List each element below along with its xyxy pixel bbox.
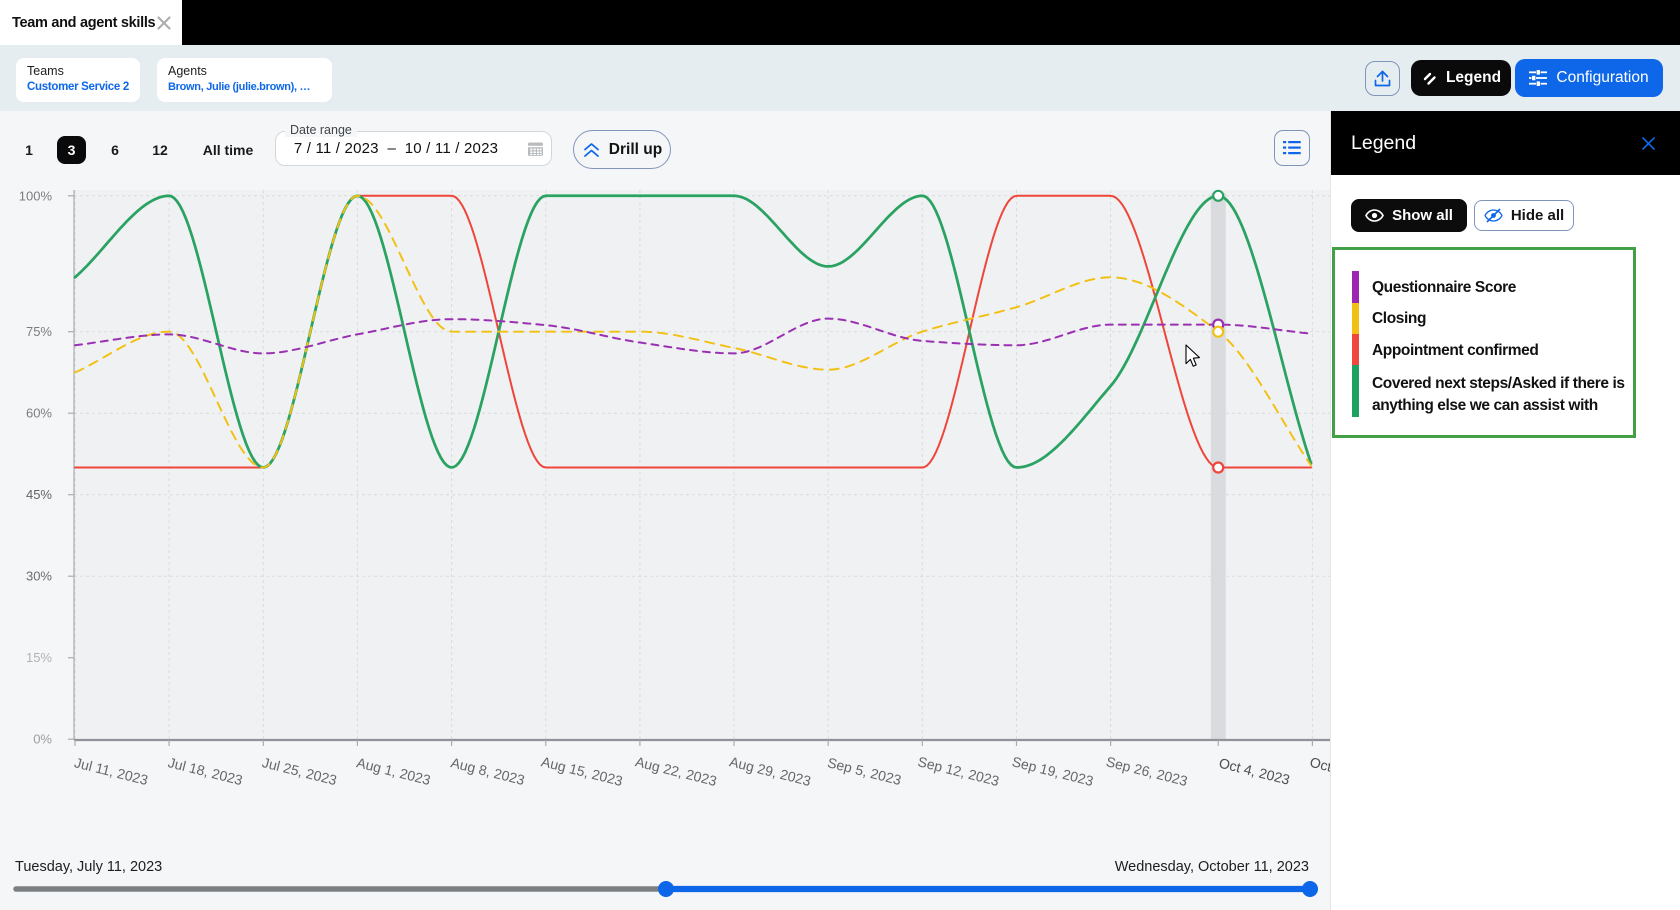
svg-text:100%: 100% — [19, 188, 53, 203]
svg-text:Sep 26, 2023: Sep 26, 2023 — [1104, 753, 1189, 789]
svg-text:60%: 60% — [26, 406, 52, 421]
svg-text:Sep 19, 2023: Sep 19, 2023 — [1010, 753, 1095, 789]
svg-text:45%: 45% — [26, 487, 52, 502]
svg-text:Aug 1, 2023: Aug 1, 2023 — [355, 754, 432, 788]
svg-text:0%: 0% — [33, 732, 52, 747]
svg-text:Oct 4, 2023: Oct 4, 2023 — [1217, 755, 1291, 788]
svg-text:Jul 25, 2023: Jul 25, 2023 — [261, 754, 339, 788]
svg-text:Sep 12, 2023: Sep 12, 2023 — [916, 753, 1001, 789]
svg-text:Sep 5, 2023: Sep 5, 2023 — [826, 754, 903, 788]
svg-text:15%: 15% — [26, 650, 52, 665]
svg-text:Wednesday, October 11, 2023: Wednesday, October 11, 2023 — [1115, 859, 1309, 875]
svg-text:Aug 29, 2023: Aug 29, 2023 — [728, 753, 813, 789]
svg-text:Aug 15, 2023: Aug 15, 2023 — [540, 753, 625, 789]
svg-text:Aug 8, 2023: Aug 8, 2023 — [449, 754, 526, 788]
svg-text:Tuesday, July 11, 2023: Tuesday, July 11, 2023 — [15, 859, 162, 875]
svg-text:Aug 22, 2023: Aug 22, 2023 — [634, 753, 719, 789]
svg-text:Jul 11, 2023: Jul 11, 2023 — [73, 754, 150, 788]
svg-text:Jul 18, 2023: Jul 18, 2023 — [166, 754, 244, 788]
svg-text:Oct 11, 2023: Oct 11, 2023 — [1308, 754, 1330, 789]
svg-text:75%: 75% — [26, 324, 52, 339]
svg-text:30%: 30% — [26, 569, 52, 584]
